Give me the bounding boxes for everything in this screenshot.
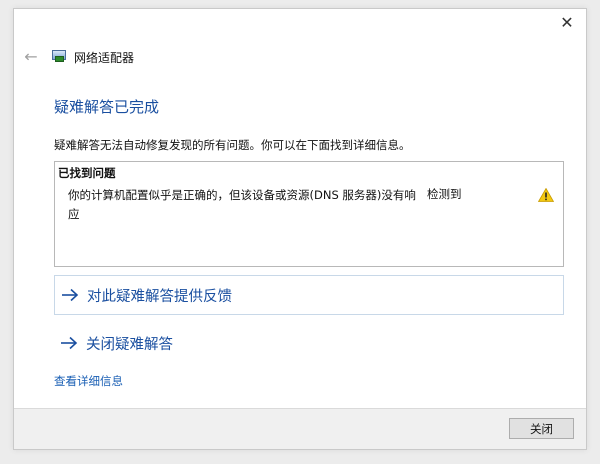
warning-icon xyxy=(538,188,554,202)
arrow-right-icon xyxy=(61,336,78,350)
view-details-link[interactable]: 查看详细信息 xyxy=(54,373,123,389)
problem-description: 你的计算机配置似乎是正确的，但该设备或资源(DNS 服务器)没有响应 xyxy=(68,188,416,221)
close-icon[interactable]: ✕ xyxy=(558,14,576,32)
close-button[interactable]: 关闭 xyxy=(509,418,574,439)
network-adapter-icon xyxy=(52,50,68,64)
feedback-link-label: 对此疑难解答提供反馈 xyxy=(87,288,232,305)
problem-status: 检测到 xyxy=(427,187,462,201)
problems-panel: 已找到问题 你的计算机配置似乎是正确的，但该设备或资源(DNS 服务器)没有响应… xyxy=(54,161,564,267)
window-header: ← 网络适配器 xyxy=(22,47,134,67)
troubleshooter-window: ✕ ← 网络适配器 疑难解答已完成 疑难解答无法自动修复发现的所有问题。你可以在… xyxy=(13,8,587,450)
back-arrow-icon[interactable]: ← xyxy=(22,48,40,66)
page-title: 疑难解答已完成 xyxy=(54,98,160,116)
footer-bar: 关闭 xyxy=(14,408,586,449)
feedback-link[interactable]: 对此疑难解答提供反馈 xyxy=(54,275,564,315)
window-title: 网络适配器 xyxy=(74,50,135,65)
arrow-right-icon xyxy=(62,288,79,302)
problems-header: 已找到问题 xyxy=(58,166,116,180)
close-troubleshooter-link[interactable]: 关闭疑难解答 xyxy=(54,323,564,363)
description-text: 疑难解答无法自动修复发现的所有问题。你可以在下面找到详细信息。 xyxy=(54,138,411,152)
close-troubleshooter-label: 关闭疑难解答 xyxy=(86,336,173,353)
